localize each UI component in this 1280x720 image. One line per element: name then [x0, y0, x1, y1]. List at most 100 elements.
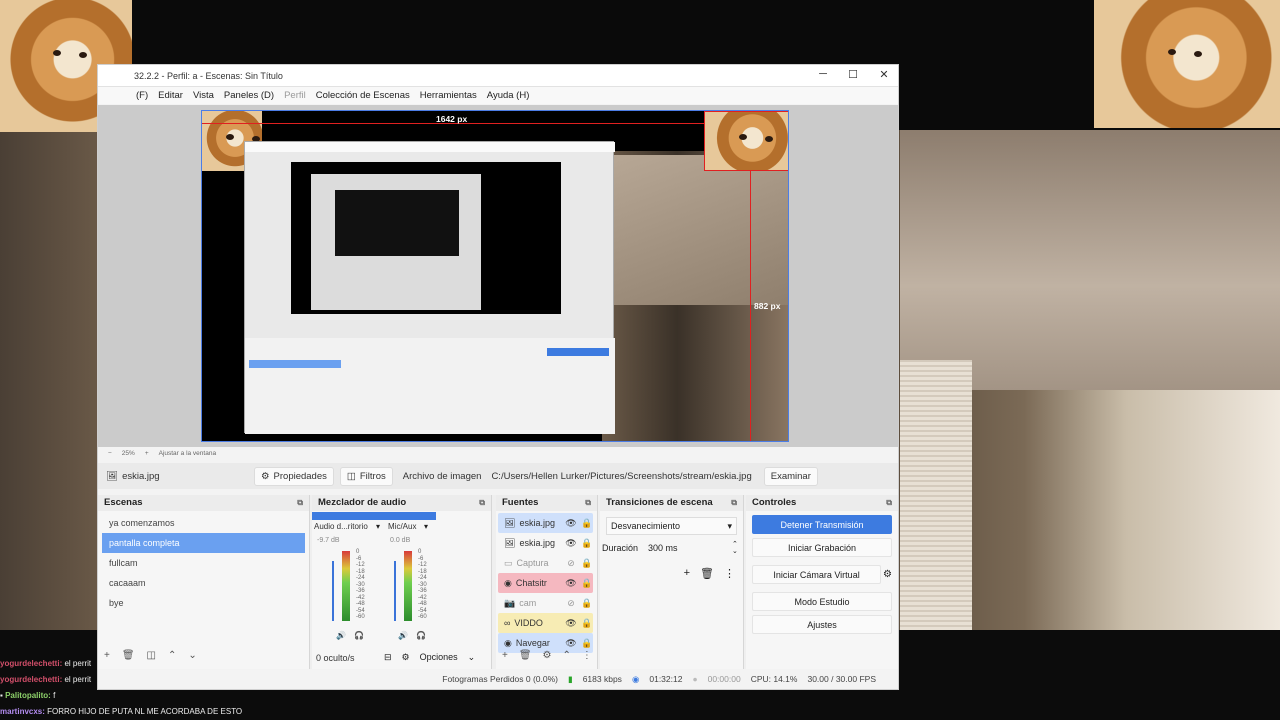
more-icon[interactable]: ⋮ [724, 567, 735, 580]
eye-icon[interactable]: 👁 [565, 538, 577, 549]
speaker-icon[interactable]: 🔊 [398, 631, 408, 640]
eye-icon[interactable]: 👁 [565, 618, 577, 629]
menu-docks[interactable]: Paneles (D) [224, 90, 274, 101]
lock-icon[interactable]: 🔒 [581, 518, 593, 529]
start-virtual-camera-button[interactable]: Iniciar Cámara Virtual [752, 565, 882, 584]
menu-scene-collection[interactable]: Colección de Escenas [316, 90, 410, 101]
maximize-button[interactable]: ☐ [838, 68, 868, 81]
chevron-down-icon[interactable]: ▾ [376, 522, 380, 531]
preview-area[interactable]: 1642 px 882 px [98, 105, 898, 447]
popout-icon[interactable]: ⧉ [479, 495, 485, 511]
studio-mode-button[interactable]: Modo Estudio [752, 592, 892, 611]
popout-icon[interactable]: ⧉ [297, 495, 303, 511]
channel-name: Audio d...ritorio [314, 522, 368, 531]
headphones-icon[interactable]: 🎧 [354, 631, 364, 640]
source-type-icon: 📷 [504, 597, 516, 608]
scene-item[interactable]: ya comenzamos [102, 513, 305, 533]
zoom-in-icon[interactable]: + [145, 450, 149, 457]
properties-button[interactable]: ⚙ Propiedades [254, 466, 334, 486]
channel-db: 0.0 dB [390, 537, 411, 544]
db-tick: -36 [356, 588, 365, 594]
lock-icon[interactable]: 🔒 [581, 618, 593, 629]
lock-icon[interactable]: 🔒 [581, 638, 593, 649]
chevron-up-icon[interactable]: ⌃ [563, 650, 571, 661]
source-item[interactable]: ∞ VIDDO 👁 🔒 [498, 613, 593, 633]
lock-icon[interactable]: 🔒 [581, 578, 593, 589]
image-path-field[interactable]: C:/Users/Hellen Lurker/Pictures/Screensh… [491, 471, 751, 482]
eye-icon[interactable]: 👁 [565, 518, 577, 529]
speaker-icon[interactable]: 🔊 [336, 631, 346, 640]
gear-icon[interactable]: ⚙ [883, 569, 892, 580]
properties-label: Propiedades [273, 470, 327, 482]
chevron-up-icon[interactable]: ⌃ [168, 650, 176, 661]
settings-button[interactable]: Ajustes [752, 615, 892, 634]
selection-box[interactable] [704, 111, 788, 171]
db-tick: -12 [356, 562, 365, 568]
lock-icon[interactable]: 🔒 [581, 598, 593, 609]
preview-canvas[interactable]: 1642 px 882 px [201, 110, 789, 442]
layout-icon[interactable]: ⊟ [384, 652, 392, 663]
scene-item[interactable]: bye [102, 593, 305, 613]
scenes-title: Escenas [104, 497, 143, 508]
filters-button[interactable]: ◫ Filtros [339, 466, 393, 486]
source-type-icon: ◉ [504, 637, 512, 648]
zoom-out-icon[interactable]: − [108, 450, 112, 457]
source-item[interactable]: 🖼 eskia.jpg 👁 🔒 [498, 513, 593, 533]
chat-line: yogurdelechetti: el perrit [0, 659, 91, 668]
add-transition-icon[interactable]: + [684, 567, 690, 580]
options-button[interactable]: Opciones [420, 652, 458, 663]
eye-icon[interactable]: ⊘ [565, 558, 577, 569]
headphones-icon[interactable]: 🎧 [416, 631, 426, 640]
transition-select[interactable]: Desvanecimiento ▾ [606, 517, 737, 535]
source-item[interactable]: ◉ Chatsitr 👁 🔒 [498, 573, 593, 593]
eye-icon[interactable]: 👁 [565, 638, 577, 649]
volume-fader[interactable] [394, 561, 396, 621]
stop-streaming-button[interactable]: Detener Transmisión [752, 515, 892, 534]
chevron-down-icon[interactable]: ▾ [424, 522, 428, 531]
source-item[interactable]: 🖼 eskia.jpg 👁 🔒 [498, 533, 593, 553]
popout-icon[interactable]: ⧉ [731, 495, 737, 511]
chat-line: ▪ Palitopalito: f [0, 691, 55, 700]
add-scene-icon[interactable]: + [104, 650, 110, 661]
lock-icon[interactable]: 🔒 [581, 558, 593, 569]
trash-icon[interactable]: 🗑 [700, 567, 714, 580]
eye-icon[interactable]: ⊘ [565, 598, 577, 609]
fit-option[interactable]: Ajustar a la ventana [159, 450, 216, 457]
settings-icon[interactable]: ⚙ [402, 652, 410, 663]
chevron-down-icon[interactable]: ⌄ [188, 650, 196, 661]
menu-help[interactable]: Ayuda (H) [487, 90, 530, 101]
popout-icon[interactable]: ⧉ [585, 495, 591, 511]
browse-button[interactable]: Examinar [763, 466, 818, 486]
source-item[interactable]: ▭ Captura ⊘ 🔒 [498, 553, 593, 573]
menu-tools[interactable]: Herramientas [420, 90, 477, 101]
volume-fader[interactable] [332, 561, 334, 621]
trash-icon[interactable]: 🗑 [122, 650, 135, 661]
source-item[interactable]: 📷 cam ⊘ 🔒 [498, 593, 593, 613]
scene-item[interactable]: fullcam [102, 553, 305, 573]
db-tick: -60 [418, 614, 427, 620]
duration-input[interactable]: 300 ms [648, 543, 722, 553]
trash-icon[interactable]: 🗑 [519, 650, 532, 661]
filters-label: Filtros [359, 470, 386, 482]
start-recording-button[interactable]: Iniciar Grabación [752, 538, 892, 557]
height-label: 882 px [754, 301, 781, 311]
menu-view[interactable]: Vista [193, 90, 214, 101]
scene-item[interactable]: cacaaam [102, 573, 305, 593]
filter-icon[interactable]: ◫ [147, 650, 156, 661]
source-type-icon: 🖼 [504, 537, 516, 548]
more-icon[interactable]: ⋮ [582, 650, 592, 661]
source-type-icon: ◉ [504, 577, 512, 588]
eye-icon[interactable]: 👁 [565, 578, 577, 589]
gear-icon[interactable]: ⚙ [543, 650, 552, 661]
add-source-icon[interactable]: + [502, 650, 508, 661]
scene-item-selected[interactable]: pantalla completa [102, 533, 305, 553]
menu-file[interactable]: (F) [136, 90, 148, 101]
close-button[interactable]: ✕ [869, 68, 899, 81]
lock-icon[interactable]: 🔒 [581, 538, 593, 549]
menu-profile[interactable]: Perfil [284, 90, 306, 101]
chevron-down-icon[interactable]: ⌄ [468, 652, 476, 663]
menu-edit[interactable]: Editar [158, 90, 183, 101]
popout-icon[interactable]: ⧉ [886, 495, 892, 511]
minimize-button[interactable]: ─ [808, 68, 838, 80]
stepper-icon[interactable]: ⌃ ⌄ [732, 541, 738, 555]
